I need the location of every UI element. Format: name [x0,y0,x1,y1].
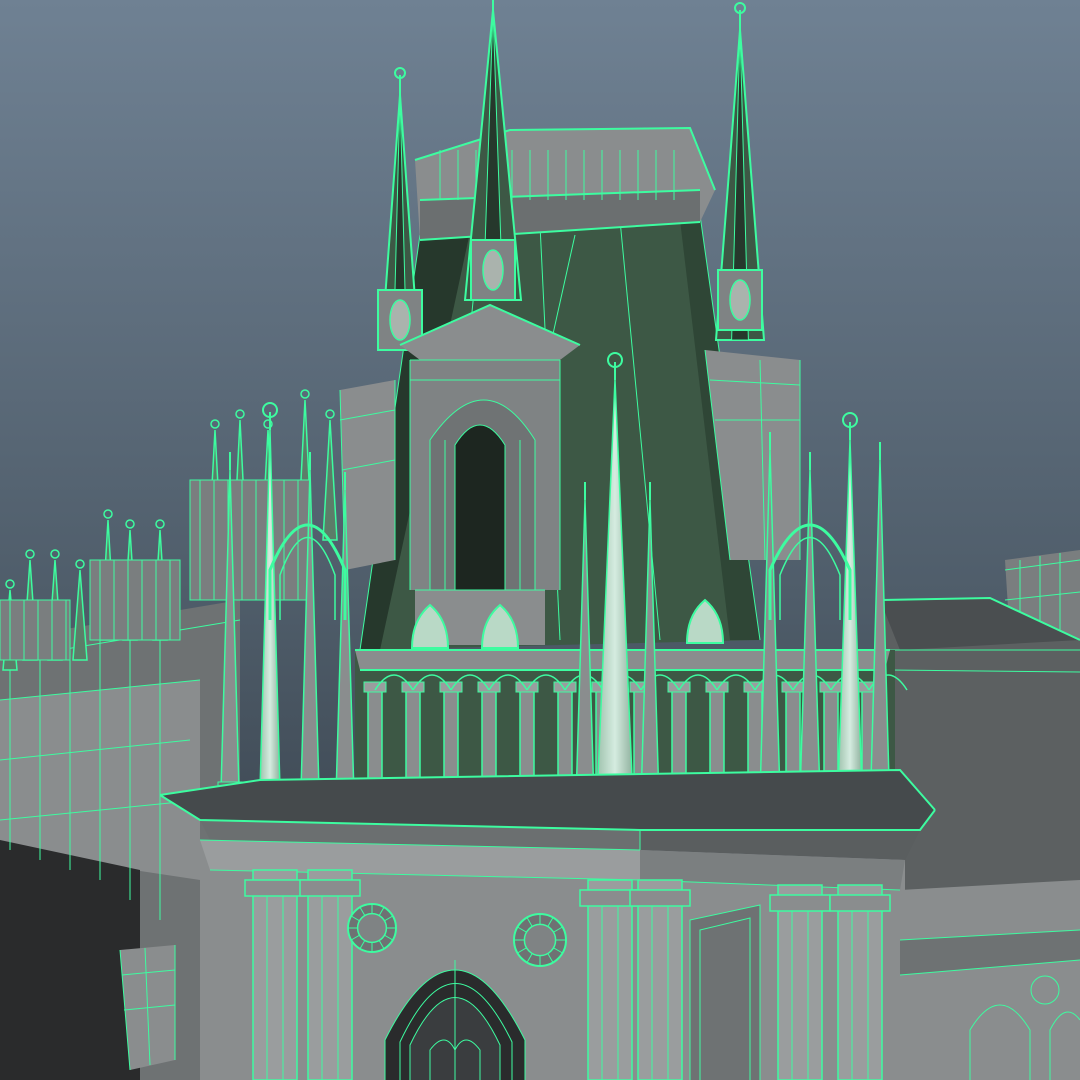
arcade-column [439,681,463,793]
rose-medallion [513,913,567,967]
spire-base [717,269,763,331]
facade-column [579,879,641,1080]
3d-viewport[interactable] [0,0,1080,1080]
arcade-column [401,681,425,793]
tower-crown-balustrade[interactable] [414,126,716,241]
gothic-window-opening [455,425,505,590]
facade-column [299,869,361,1080]
left-corner-turret[interactable] [339,380,396,571]
facade-column [769,884,831,1080]
arcade-column [363,681,387,793]
distant-pavilion [0,599,71,661]
lower-facade[interactable] [199,839,905,1080]
facade-column [244,869,306,1080]
right-low-wing[interactable] [899,880,1080,1080]
scene-render[interactable] [0,0,1080,1080]
right-facade-window[interactable] [689,904,761,1080]
spire-base [470,239,516,301]
distant-pavilion [189,479,311,601]
rose-medallion [347,903,397,953]
left-lower-pier[interactable] [119,945,176,1071]
distant-pavilion [89,559,181,641]
facade-column [829,884,891,1080]
facade-column [629,879,691,1080]
